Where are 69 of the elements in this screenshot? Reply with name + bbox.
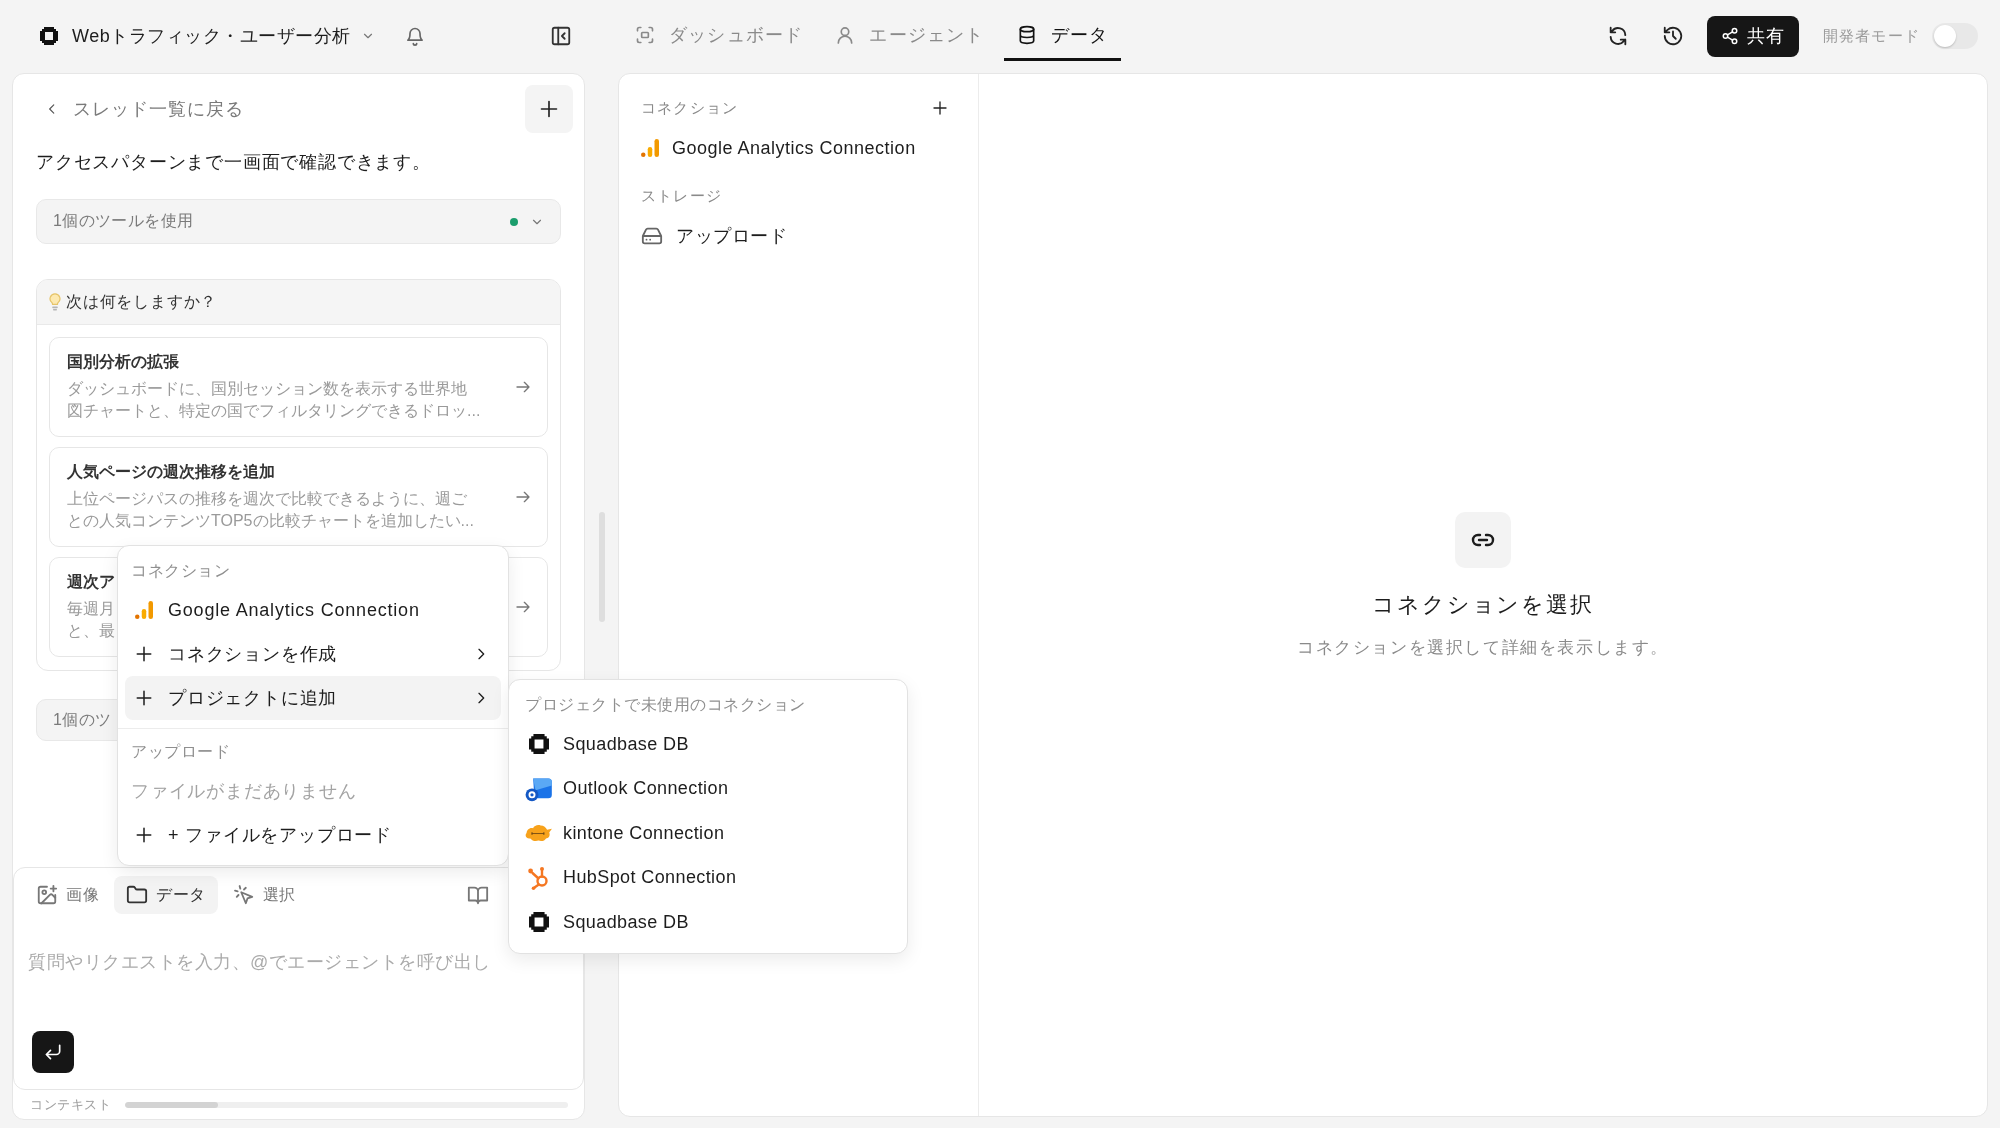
tab[interactable]: データ [1003, 0, 1122, 61]
enter-icon [43, 1042, 63, 1062]
sidebar-toggle-icon[interactable] [550, 25, 572, 47]
book-icon [467, 884, 489, 906]
data-source-item[interactable]: Google Analytics Connection [641, 128, 948, 168]
menu-section-title: アップロード [131, 741, 230, 762]
menu-section-title: コネクション [131, 560, 230, 581]
section-title: ストレージ [641, 186, 722, 206]
menu-item[interactable]: HubSpot Connection [516, 855, 900, 900]
menu-item[interactable]: コネクションを作成 [125, 632, 501, 676]
bar-chart-icon [641, 138, 659, 158]
section-title: コネクション [641, 98, 739, 118]
toolbar-button[interactable]: データ [114, 876, 218, 914]
send-button[interactable] [32, 1031, 74, 1073]
empty-state-description: コネクションを選択して詳細を表示します。 [1297, 637, 1669, 659]
bar-chart-icon [135, 600, 153, 620]
suggestion-card[interactable]: 人気ページの週次推移を追加 上位ページパスの推移を週次で比較できるように、週ごとの人気コンテンツTOP5の比較チャートを追加したい... [49, 447, 548, 547]
sprocket-icon [527, 865, 551, 890]
menu-item[interactable]: プロジェクトに追加 [125, 676, 501, 720]
plus-icon [539, 99, 559, 119]
empty-state-title: コネクションを選択 [1372, 591, 1594, 619]
menu-item[interactable]: kintone Connection [516, 811, 900, 856]
message-text: アクセスパターンまで一画面で確認できます。 [36, 151, 432, 174]
toolbar-button[interactable]: 選択 [220, 876, 308, 914]
share-icon [1720, 27, 1739, 45]
context-label: コンテキスト [30, 1095, 112, 1114]
suggestions-title: 次は何をしますか？ [66, 291, 218, 312]
suggestion-description: ダッシュボードに、国別セッション数を表示する世界地図チャートと、特定の国でフィルタリングできるドロッ... [67, 379, 482, 421]
menu-item[interactable]: Squadbase DB [516, 900, 900, 945]
logo-icon [40, 27, 58, 45]
plus-icon[interactable] [932, 100, 948, 116]
menu-item[interactable]: Squadbase DB [516, 722, 900, 767]
tool-usage-bar[interactable]: 1個のツールを使用 [36, 199, 561, 244]
light-bulb-icon [49, 293, 61, 311]
project-switcher[interactable]: Webトラフィック・ユーザー分析 [72, 24, 375, 48]
menu-item[interactable]: Outlook Connection [516, 766, 900, 811]
suggestion-card[interactable]: 国別分析の拡張 ダッシュボードに、国別セッション数を表示する世界地図チャートと、特定の国でフィルタリングできるドロッ... [49, 337, 548, 437]
suggestion-description: 上位ページパスの推移を週次で比較できるように、週ごとの人気コンテンツTOP5の比較チャートを追加したい... [67, 489, 475, 531]
plus-icon [135, 645, 153, 663]
plus-icon [135, 826, 153, 844]
back-link[interactable]: スレッド一覧に戻る [36, 97, 244, 121]
square-ring-icon [529, 734, 549, 755]
cloud-icon [525, 824, 553, 843]
bell-icon[interactable] [404, 26, 425, 46]
suggestion-description: 毎週月 [67, 599, 115, 619]
scan-icon [635, 25, 655, 45]
share-button[interactable]: 共有 [1706, 15, 1799, 57]
folder-icon [126, 884, 148, 906]
drive-icon [641, 225, 663, 247]
menu-item[interactable]: Google Analytics Connection [125, 588, 501, 632]
plus-icon [135, 689, 153, 707]
suggestion-title: 国別分析の拡張 [67, 352, 179, 372]
data-source-item[interactable]: アップロード [641, 216, 948, 256]
menu-item[interactable]: + ファイルをアップロード [125, 813, 501, 857]
empty-note: ファイルがまだありません [131, 780, 357, 803]
suggestion-title: 週次ア [67, 572, 115, 592]
link-icon [1455, 512, 1511, 568]
menu-section-title: プロジェクトで未使用のコネクション [525, 694, 806, 715]
suggestion-title: 人気ページの週次推移を追加 [67, 462, 275, 482]
pointer-icon [232, 884, 255, 906]
image-icon [36, 884, 58, 906]
square-ring-icon [529, 912, 549, 933]
toggle-switch[interactable] [1932, 23, 1978, 49]
message-input[interactable]: 質問やリクエストを入力、@でエージェントを呼び出し [24, 948, 502, 1018]
toggle-label: 開発者モード [1822, 26, 1920, 46]
history-icon[interactable] [1661, 25, 1684, 47]
new-thread-button[interactable] [525, 85, 573, 133]
toolbar-button[interactable]: 画像 [24, 876, 111, 914]
suggestion-description: と、最 [67, 621, 115, 641]
